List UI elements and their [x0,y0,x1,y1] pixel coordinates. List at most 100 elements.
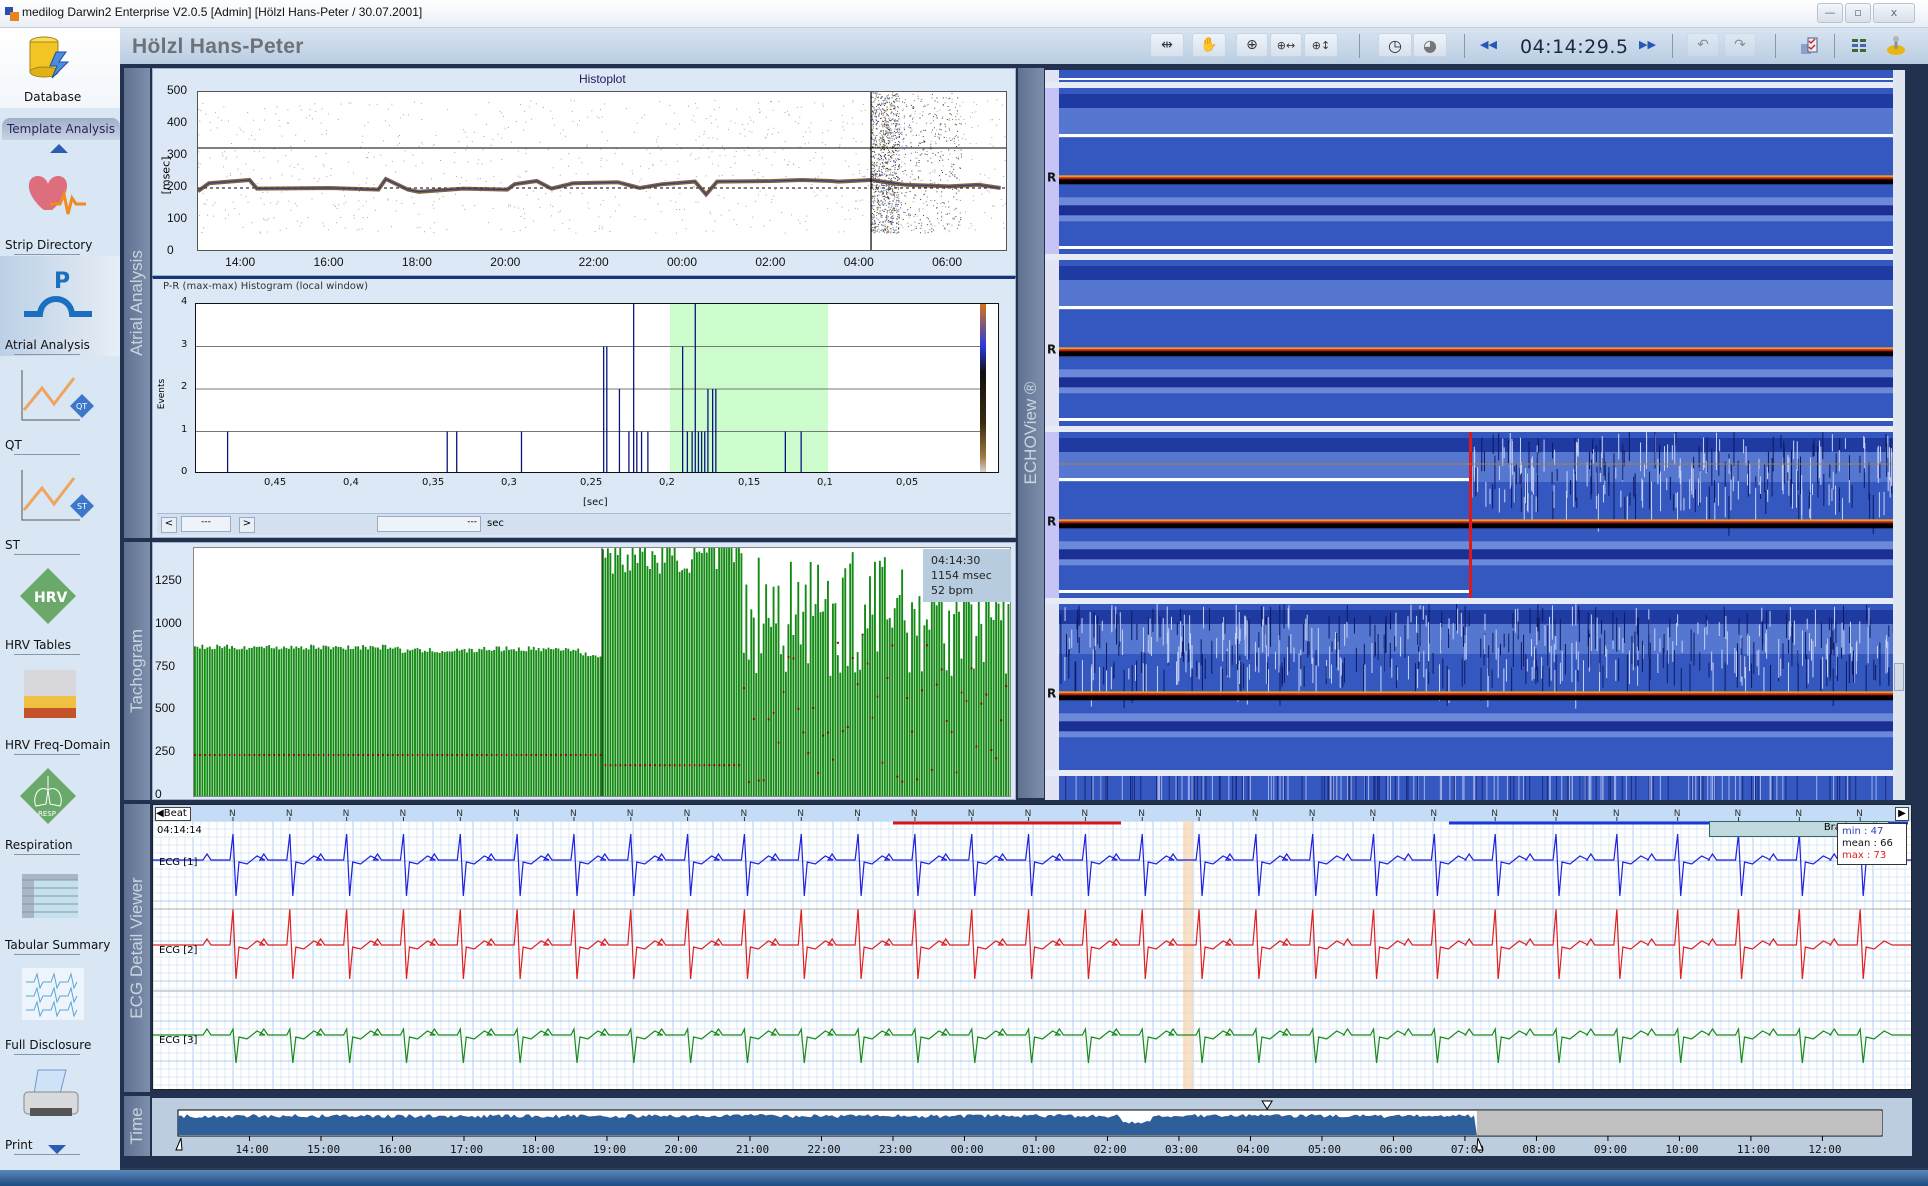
y-tick-label: 750 [155,658,176,673]
scatter-point [892,231,894,233]
scatter-point [939,128,941,130]
scatter-point [887,196,889,198]
sidebar-item-qt[interactable]: QT QT [0,356,120,456]
scatter-point [599,108,601,110]
scatter-point [886,231,888,233]
next-bin-button[interactable]: > [239,517,255,533]
pr-point [742,687,745,690]
sidebar-item-respiration[interactable]: RESP Respiration [0,756,120,856]
database-button[interactable]: Database [0,28,120,108]
sidebar-item-hrv-freq-domain[interactable]: HRV Freq-Domain [0,656,120,756]
echoview-panel[interactable]: RRRR [1045,70,1905,800]
echo-noise [1092,649,1094,681]
scatter-point [955,103,957,105]
next-button[interactable]: ▶▶ [1639,38,1656,51]
scatter-point [916,215,918,217]
scatter-point [940,123,942,125]
clock-alt-button[interactable]: ◕ [1413,33,1447,57]
fit-width-button[interactable]: ⇹ [1150,33,1184,57]
sidebar-item-st[interactable]: ST ST [0,456,120,556]
scroll-up-icon[interactable] [50,144,68,153]
scatter-point [403,114,405,116]
rr-bar [950,675,953,796]
window-title: medilog Darwin2 Enterprise V2.0.5 [Admin… [22,5,423,19]
scatter-point [916,164,918,166]
echo-noise [1613,453,1615,489]
rr-bar [483,646,486,796]
bin-index-field[interactable]: --- [181,516,231,532]
sidebar-item-strip-directory[interactable]: Strip Directory [0,156,120,256]
scatter-point [900,202,902,204]
pr-point [584,753,587,756]
scatter-point [217,117,219,119]
rr-bar [745,584,748,796]
echo-noise [1626,654,1628,694]
rr-bar [634,554,637,796]
echoview-canvas[interactable]: RRRR [1045,70,1905,800]
echo-noise [1767,479,1769,490]
scatter-point [894,93,896,95]
undo-button[interactable]: ↶ [1687,33,1719,57]
scatter-point [799,116,801,118]
pr-histogram-chart[interactable] [195,303,999,473]
scatter-point [844,160,846,162]
beat-toggle-button[interactable]: ◀Beat [155,807,191,821]
time-overview-chart[interactable]: 14:00 15:00 16:00 17:00 18:00 19:00 20:00 21:00… [152,1098,1912,1156]
scatter-point [874,226,876,228]
rr-bar [772,586,775,796]
scrollbar-thumb[interactable] [1894,663,1904,691]
ecg-detail-viewer[interactable]: NNNNNNNNNNNNNNNNNNNNNNNNNNNNN ◀Beat ▶ 04… [152,804,1912,1090]
scatter-point [242,226,244,228]
echo-noise [1078,605,1080,626]
minimize-button[interactable]: — [1817,3,1843,23]
zoom-in-button[interactable]: ⊕ [1236,33,1268,57]
joystick-settings-icon[interactable] [1885,35,1907,57]
echo-noise [1843,630,1845,655]
scatter-point [890,112,892,114]
rr-bar [797,581,800,796]
sidebar-item-print[interactable]: Print [0,1056,120,1156]
zoom-horizontal-button[interactable]: ⊕↔ [1270,33,1302,57]
scatter-point [526,194,528,196]
sidebar-item-hrv-tables[interactable]: HRV HRV Tables [0,556,120,656]
sec-value-field[interactable]: --- [377,516,481,532]
ecg-canvas[interactable]: NNNNNNNNNNNNNNNNNNNNNNNNNNNNN [153,805,1911,1089]
close-button[interactable]: x [1873,3,1915,23]
rr-bar [263,648,266,796]
time-tick-label: 06:00 [1379,1143,1412,1156]
scatter-point [369,104,371,106]
template-analysis-header[interactable]: Template Analysis [2,118,120,140]
sidebar-item-tabular-summary[interactable]: Tabular Summary [0,856,120,956]
scatter-point [959,179,961,181]
scatter-point [762,149,764,151]
echo-lane-marker [1045,776,1059,800]
scroll-down-icon[interactable] [48,1145,66,1154]
scatter-point [897,203,899,205]
sidebar-item-atrial-analysis[interactable]: P Atrial Analysis [0,256,120,356]
checklist-icon[interactable] [1799,36,1819,56]
tachogram-chart[interactable] [193,547,1011,797]
pan-button[interactable]: ✋ [1192,33,1226,57]
scatter-point [916,122,918,124]
echo-noise [1575,670,1577,709]
previous-button[interactable]: ◀◀ [1480,38,1497,51]
prev-bin-button[interactable]: < [161,517,177,533]
redo-button[interactable]: ↷ [1724,33,1756,57]
scatter-point [872,227,874,229]
echoview-scrollbar[interactable] [1893,70,1905,800]
scatter-point [955,106,957,108]
time-overview[interactable]: 14:00 15:00 16:00 17:00 18:00 19:00 20:00 21:00… [152,1098,1912,1156]
scroll-right-button[interactable]: ▶ [1895,807,1909,821]
scatter-point [895,192,897,194]
sidebar-item-full-disclosure[interactable]: Full Disclosure [0,956,120,1056]
scatter-point [882,151,884,153]
layout-grid-icon[interactable] [1850,37,1868,55]
clock-button[interactable]: ◷ [1378,33,1412,57]
scatter-point [395,171,397,173]
zoom-vertical-button[interactable]: ⊕↕ [1304,33,1338,57]
scatter-point [957,156,959,158]
time-tick-label: 02:00 [1093,1143,1126,1156]
echo-noise [1486,776,1488,800]
histoplot-chart[interactable] [197,91,1007,251]
restore-button[interactable]: ▫ [1845,3,1871,23]
